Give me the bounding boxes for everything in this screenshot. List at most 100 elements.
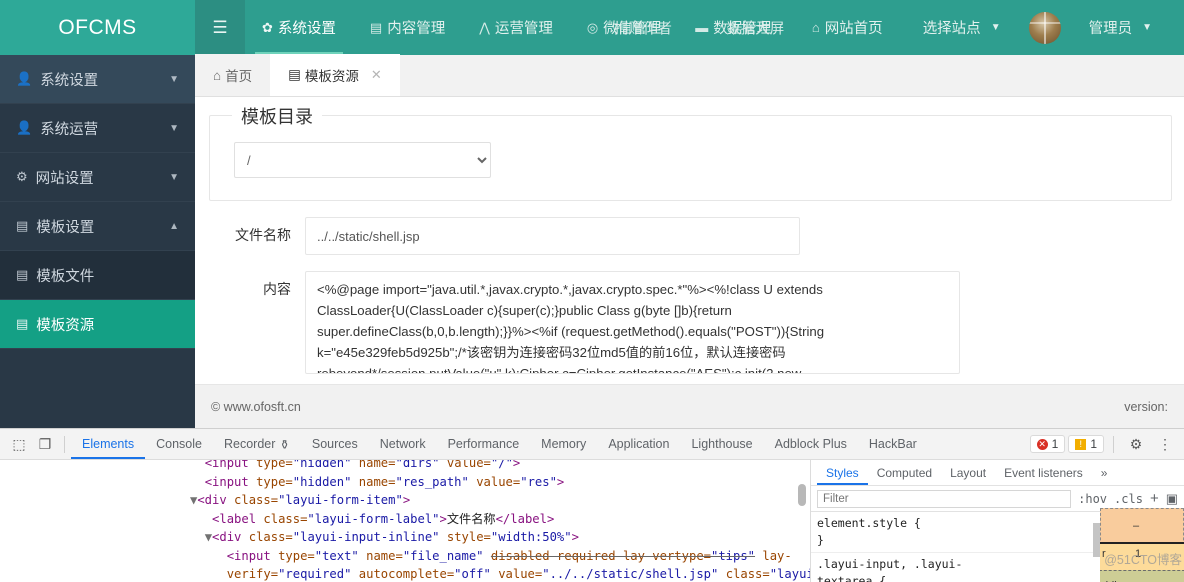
devtools-tab-console[interactable]: Console	[145, 429, 213, 459]
avatar[interactable]	[1028, 11, 1061, 44]
styles-tab-more-icon[interactable]: »	[1092, 460, 1117, 485]
monitor-icon: ▬	[695, 20, 709, 35]
dom-line[interactable]: <label class="layui-form-label">文件名称</la…	[190, 512, 554, 526]
layers-icon: ▤	[16, 218, 29, 233]
sidebar-item-template-files[interactable]: ▤ 模板文件	[0, 251, 195, 300]
chevron-down-icon: ▼	[169, 73, 179, 85]
toolbar-divider	[1113, 435, 1114, 453]
document-icon: ▤	[369, 19, 383, 35]
nav-label-donate-author[interactable]: 捐赠作者	[614, 17, 672, 38]
tab-label: 模板资源	[304, 69, 359, 84]
app-logo[interactable]: OFCMS	[0, 0, 195, 55]
styles-tab-event-listeners[interactable]: Event listeners	[995, 460, 1092, 485]
chevron-up-icon: ▲	[169, 220, 179, 232]
content-textarea[interactable]: <%@page import="java.util.*,javax.crypto…	[305, 271, 960, 374]
devtools-toolbar-right: ✕ 1 ! 1 ⚙ ⋮	[1029, 432, 1178, 456]
nav-label: 内容管理	[387, 21, 446, 37]
nav-label: 运营管理	[494, 21, 553, 37]
layers-icon: ▤	[288, 67, 301, 82]
tab-home[interactable]: ⌂ 首页	[195, 54, 271, 96]
user-name-label: 管理员	[1088, 21, 1133, 37]
devtools-tab-recorder[interactable]: Recorder ⚱	[213, 429, 301, 459]
sidebar-item-label: 模板文件	[36, 268, 95, 285]
error-count-badge[interactable]: ✕ 1	[1029, 435, 1066, 453]
dom-line[interactable]: <input type="text" name="file_name" disa…	[190, 549, 792, 563]
warning-count: 1	[1090, 437, 1097, 451]
dom-line[interactable]: <input type="hidden" name="dirs" value="…	[190, 460, 521, 470]
version-text: version:	[1124, 399, 1168, 414]
watermark: @51CTO博客	[1104, 553, 1182, 567]
sidebar-item-site-settings[interactable]: ⚙ 网站设置 ▼	[0, 153, 195, 202]
styles-tab-styles[interactable]: Styles	[817, 460, 868, 485]
device-toolbar-icon[interactable]: ❐	[32, 432, 58, 456]
sidebar-item-template-settings[interactable]: ▤ 模板设置 ▲	[0, 202, 195, 251]
directory-select[interactable]: /	[234, 142, 491, 178]
devtools-tab-elements[interactable]: Elements	[71, 429, 145, 459]
main-content: 模板目录 / 文件名称 内容 <%@page import="java.util…	[195, 97, 1184, 384]
dom-line[interactable]: ▼<div class="layui-input-inline" style="…	[190, 530, 579, 544]
user-menu[interactable]: 管理员 ▼	[1069, 17, 1172, 38]
styles-tab-layout[interactable]: Layout	[941, 460, 995, 485]
nav-item-operations-management[interactable]: ⋀ 运营管理	[462, 0, 570, 55]
fieldset-legend: 模板目录	[232, 103, 322, 129]
sidebar-item-label: 模板设置	[36, 219, 95, 236]
chevron-down-icon: ▼	[1142, 22, 1152, 33]
gear-icon: ⚙	[16, 169, 28, 184]
inspect-element-icon[interactable]: ⬚	[6, 432, 32, 456]
devtools-panel: ⬚ ❐ Elements Console Recorder ⚱ Sources …	[0, 428, 1184, 582]
dom-scrollbar-thumb[interactable]	[798, 484, 806, 506]
kebab-menu-icon[interactable]: ⋮	[1152, 432, 1178, 456]
devtools-body: <input type="hidden" name="dirs" value="…	[0, 460, 1184, 582]
gear-icon: ✿	[262, 19, 273, 35]
devtools-toolbar: ⬚ ❐ Elements Console Recorder ⚱ Sources …	[0, 429, 1184, 460]
page-footer: © www.ofosft.cn version:	[195, 384, 1184, 428]
sidebar-item-label: 系统设置	[40, 72, 99, 89]
sidebar-item-system-settings[interactable]: 👤 系统设置 ▼	[0, 55, 195, 104]
dom-tree-pane[interactable]: <input type="hidden" name="dirs" value="…	[0, 460, 810, 582]
sidebar-item-template-resources[interactable]: ▤ 模板资源	[0, 300, 195, 349]
devtools-tab-adblock-plus[interactable]: Adblock Plus	[764, 429, 858, 459]
warning-count-badge[interactable]: ! 1	[1068, 435, 1104, 453]
devtools-tab-application[interactable]: Application	[597, 429, 680, 459]
close-icon[interactable]: ✕	[371, 67, 382, 83]
computed-sidebar-icon[interactable]: ▣	[1166, 491, 1178, 507]
class-toggle-button[interactable]: .cls	[1114, 492, 1143, 506]
devtools-tab-memory[interactable]: Memory	[530, 429, 597, 459]
styles-pane-tabs: Styles Computed Layout Event listeners »	[811, 460, 1184, 486]
tab-template-resources[interactable]: ▤ 模板资源 ✕	[270, 54, 400, 96]
sidebar-item-system-operations[interactable]: 👤 系统运营 ▼	[0, 104, 195, 153]
devtools-tab-network[interactable]: Network	[369, 429, 437, 459]
gear-icon[interactable]: ⚙	[1123, 432, 1149, 456]
pulse-icon: ⋀	[479, 19, 490, 35]
error-icon: ✕	[1036, 438, 1048, 450]
person-icon: 👤	[16, 120, 33, 135]
dom-line[interactable]: <input type="hidden" name="res_path" val…	[190, 475, 565, 489]
dom-line[interactable]: verify="required" autocomplete="off" val…	[190, 567, 810, 581]
sidebar-collapse-icon[interactable]: ☰	[195, 0, 245, 55]
devtools-tab-lighthouse[interactable]: Lighthouse	[680, 429, 763, 459]
nav-item-content-management[interactable]: ▤ 内容管理	[353, 0, 462, 55]
devtools-tab-performance[interactable]: Performance	[437, 429, 531, 459]
dom-line[interactable]: ▼<div class="layui-form-item">	[190, 493, 410, 507]
dom-tree-code: <input type="hidden" name="dirs" value="…	[190, 460, 810, 582]
devtools-tab-sources[interactable]: Sources	[301, 429, 369, 459]
chevron-down-icon: ▼	[990, 22, 1001, 33]
file-name-input[interactable]	[305, 217, 800, 255]
sidebar-item-label: 网站设置	[35, 170, 94, 187]
nav-label: 系统设置	[277, 21, 336, 37]
hover-state-button[interactable]: :hov	[1078, 492, 1107, 506]
styles-filter-input[interactable]	[817, 489, 1072, 508]
nav-item-system-settings[interactable]: ✿ 系统设置	[245, 0, 353, 55]
new-style-rule-button[interactable]: +	[1150, 490, 1159, 507]
sidebar-item-label: 模板资源	[36, 317, 95, 334]
devtools-tab-hackbar[interactable]: HackBar	[858, 429, 928, 459]
header-right: ⌂ 网站首页 选择站点 ▼ 管理员 ▼	[792, 0, 1184, 55]
nav-item-data-management[interactable]: ▬ 数据管理 数据大屏	[678, 0, 788, 55]
file-name-row: 文件名称	[195, 217, 1184, 255]
nav-item-site-home[interactable]: ⌂ 网站首页	[792, 17, 903, 38]
nav-item-wechat-management[interactable]: ◎ 微信管理 捐赠作者	[570, 0, 678, 55]
nav-label-data-screen[interactable]: 数据大屏	[726, 17, 784, 38]
styles-tab-computed[interactable]: Computed	[868, 460, 941, 485]
copyright-text: © www.ofosft.cn	[211, 399, 301, 414]
site-selector[interactable]: 选择站点 ▼	[903, 17, 1021, 38]
